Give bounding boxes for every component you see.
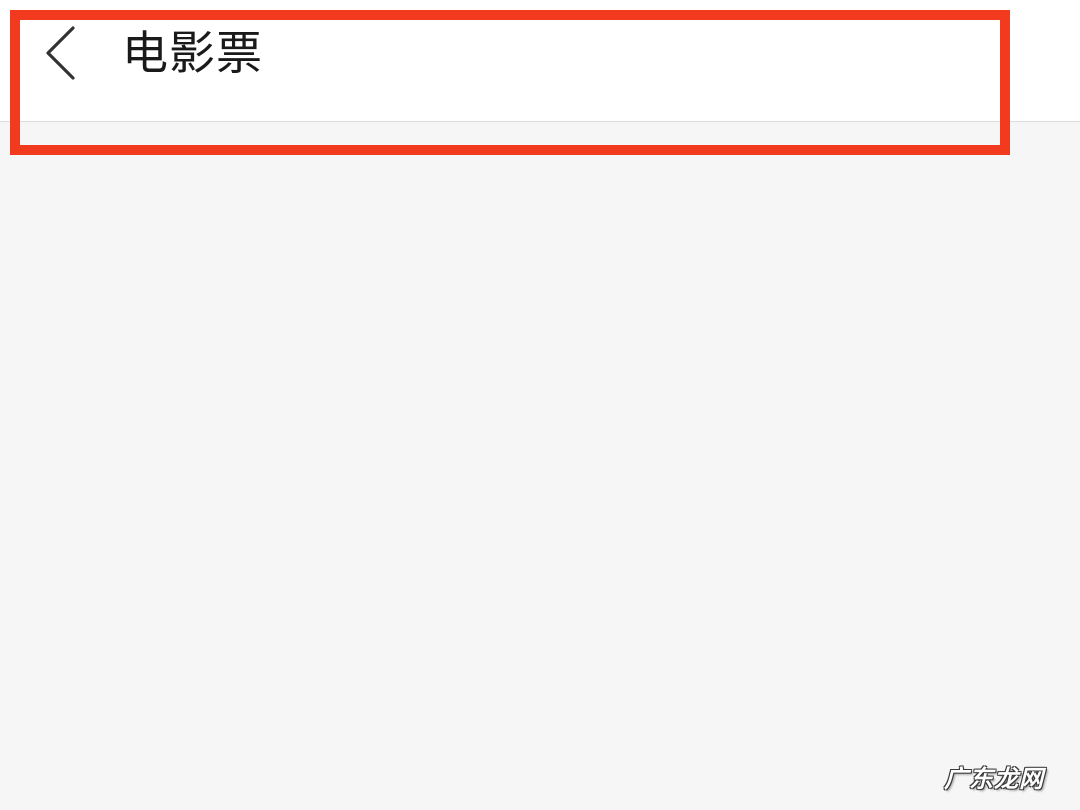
back-button[interactable] (30, 22, 90, 84)
navigation-bar: 电影票 (0, 0, 1080, 122)
chevron-left-icon (46, 26, 75, 80)
page-title: 电影票 (122, 26, 263, 80)
watermark-text: 广东龙网 (944, 765, 1044, 793)
